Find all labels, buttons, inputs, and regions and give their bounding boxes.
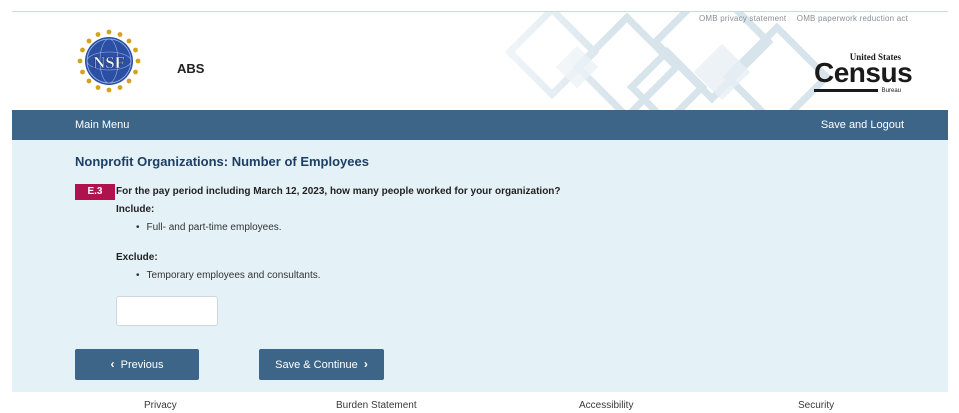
exclude-item-text: Temporary employees and consultants. [146,270,321,281]
question-panel: Nonprofit Organizations: Number of Emplo… [12,140,948,392]
footer-link-burden-statement[interactable]: Burden Statement [336,400,417,411]
utility-link-omb-privacy[interactable]: OMB privacy statement [699,14,786,23]
site-header: OMB privacy statement OMB paperwork redu… [12,12,948,110]
previous-button-label: Previous [120,359,164,371]
census-logo-bar [814,89,878,92]
question-text: For the pay period including March 12, 2… [116,186,561,197]
page-title: Nonprofit Organizations: Number of Emplo… [75,154,369,169]
include-item: • Full- and part-time employees. [136,222,282,233]
main-menu-link[interactable]: Main Menu [75,119,129,131]
save-and-logout-link[interactable]: Save and Logout [821,119,904,131]
footer: Privacy Burden Statement Accessibility S… [12,392,948,413]
bullet-icon: • [136,222,140,233]
footer-link-security[interactable]: Security [798,400,834,411]
census-logo-main: Census [814,57,913,88]
app-name: ABS [177,61,205,76]
census-logo-bottom: Bureau [881,88,901,94]
footer-link-accessibility[interactable]: Accessibility [579,400,633,411]
chevron-left-icon: ‹ [110,357,115,371]
bullet-icon: • [136,270,140,281]
census-logo: United States Census Bureau [812,52,913,98]
exclude-item: • Temporary employees and consultants. [136,270,321,281]
utility-link-omb-paperwork[interactable]: OMB paperwork reduction act [797,14,908,23]
nsf-logo-text: NSF [93,53,125,72]
exclude-label: Exclude: [116,252,158,263]
nav-bar: Main Menu Save and Logout [12,110,948,140]
employee-count-input[interactable] [116,296,218,326]
save-and-continue-button[interactable]: Save & Continue › [259,349,384,380]
nsf-logo: NSF [77,29,141,93]
previous-button[interactable]: ‹ Previous [75,349,199,380]
include-item-text: Full- and part-time employees. [146,222,282,233]
save-and-continue-label: Save & Continue [275,359,358,371]
utility-links: OMB privacy statement OMB paperwork redu… [691,14,908,23]
chevron-right-icon: › [363,357,368,371]
question-number-badge: E.3 [75,184,115,200]
include-label: Include: [116,204,155,215]
footer-link-privacy[interactable]: Privacy [144,400,177,411]
